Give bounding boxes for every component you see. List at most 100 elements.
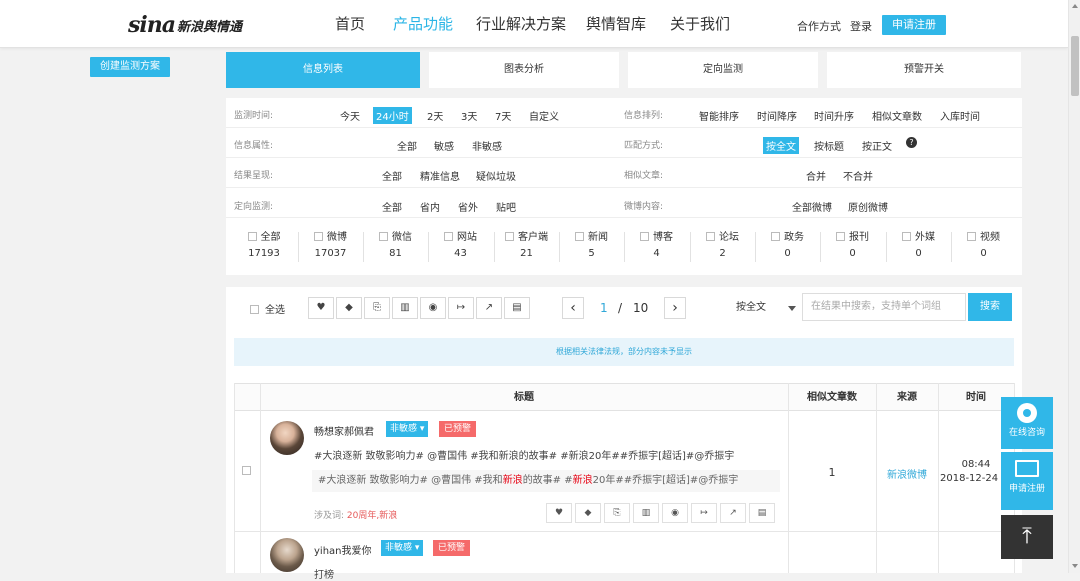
- author-name[interactable]: yihan我爱你: [314, 542, 372, 557]
- select-all-checkbox[interactable]: [250, 305, 259, 314]
- category-checkbox[interactable]: [836, 232, 845, 241]
- tag-icon[interactable]: ◆: [336, 297, 362, 319]
- time-opt-3d[interactable]: 3天: [461, 108, 477, 123]
- chart-icon[interactable]: ▤: [749, 503, 775, 523]
- next-page-button[interactable]: ›: [664, 297, 686, 319]
- category-checkbox[interactable]: [444, 232, 453, 241]
- match-opt-title[interactable]: 按标题: [814, 138, 844, 153]
- link-cooperation[interactable]: 合作方式: [797, 18, 841, 34]
- post-text[interactable]: 打榜: [314, 566, 334, 581]
- search-input[interactable]: 在结果中搜索，支持单个词组: [802, 293, 966, 321]
- category-0[interactable]: 全部 17193: [232, 232, 296, 262]
- sentiment-tag[interactable]: 非敏感 ▾: [381, 540, 424, 556]
- category-checkbox[interactable]: [379, 232, 388, 241]
- category-checkbox[interactable]: [771, 232, 780, 241]
- category-1[interactable]: 微博 17037: [298, 232, 362, 262]
- sort-opt-smart[interactable]: 智能排序: [699, 108, 739, 123]
- similar-opt-merge[interactable]: 合并: [806, 168, 826, 183]
- nav-think-tank[interactable]: 舆情智库: [586, 13, 646, 34]
- help-icon[interactable]: ?: [906, 137, 917, 148]
- chart-icon[interactable]: ▤: [504, 297, 530, 319]
- nav-about[interactable]: 关于我们: [670, 13, 730, 34]
- sort-opt-desc[interactable]: 时间降序: [757, 108, 797, 123]
- category-4[interactable]: 客户端 21: [494, 232, 558, 262]
- category-checkbox[interactable]: [314, 232, 323, 241]
- export-icon[interactable]: ↦: [448, 297, 474, 319]
- category-11[interactable]: 视频 0: [951, 232, 1015, 262]
- sort-opt-asc[interactable]: 时间升序: [814, 108, 854, 123]
- attr-opt-nonsensitive[interactable]: 非敏感: [472, 138, 502, 153]
- register-button[interactable]: 申请注册: [882, 15, 946, 35]
- create-plan-button[interactable]: 创建监测方案: [90, 57, 170, 77]
- delete-icon[interactable]: ▥: [392, 297, 418, 319]
- category-8[interactable]: 政务 0: [755, 232, 819, 262]
- copy-icon[interactable]: ⎘: [604, 503, 630, 523]
- similar-count[interactable]: 1: [788, 466, 876, 479]
- sentiment-tag[interactable]: 非敏感 ▾: [386, 421, 429, 437]
- weibo-opt-all[interactable]: 全部微博: [792, 199, 832, 214]
- category-checkbox[interactable]: [706, 232, 715, 241]
- category-3[interactable]: 网站 43: [428, 232, 492, 262]
- scroll-down-icon[interactable]: [1072, 564, 1078, 568]
- weibo-opt-original[interactable]: 原创微博: [848, 199, 888, 214]
- float-register-button[interactable]: 申请注册: [1001, 452, 1053, 510]
- category-6[interactable]: 博客 4: [624, 232, 688, 262]
- scroll-up-icon[interactable]: [1072, 4, 1078, 8]
- favorite-icon[interactable]: ♥: [546, 503, 572, 523]
- favorite-icon[interactable]: ♥: [308, 297, 334, 319]
- share-icon[interactable]: ↗: [476, 297, 502, 319]
- search-mode-select[interactable]: 按全文: [730, 297, 800, 319]
- author-name[interactable]: 畅想家郝佩君: [314, 423, 374, 438]
- sort-opt-similar[interactable]: 相似文章数: [872, 108, 922, 123]
- category-checkbox[interactable]: [967, 232, 976, 241]
- search-button[interactable]: 搜索: [968, 293, 1012, 321]
- nav-products[interactable]: 产品功能: [393, 13, 453, 34]
- category-7[interactable]: 论坛 2: [690, 232, 754, 262]
- scroll-thumb[interactable]: [1071, 36, 1079, 96]
- avatar[interactable]: [270, 538, 304, 572]
- time-opt-7d[interactable]: 7天: [495, 108, 511, 123]
- tag-icon[interactable]: ◆: [575, 503, 601, 523]
- prev-page-button[interactable]: ‹: [562, 297, 584, 319]
- target-opt-tieba[interactable]: 贴吧: [496, 199, 516, 214]
- export-icon[interactable]: ↦: [691, 503, 717, 523]
- post-text[interactable]: #大浪逐新 致敬影响力# @曹国伟 #我和新浪的故事# #新浪20年##乔振宇[…: [314, 447, 734, 462]
- category-checkbox[interactable]: [902, 232, 911, 241]
- back-to-top-button[interactable]: ⤒: [1001, 515, 1053, 559]
- match-opt-fulltext[interactable]: 按全文: [763, 137, 799, 154]
- source-link[interactable]: 新浪微博: [876, 466, 938, 481]
- select-all[interactable]: 全选: [250, 301, 285, 316]
- target-opt-inprov[interactable]: 省内: [420, 199, 440, 214]
- page-current[interactable]: 1: [600, 297, 608, 319]
- share-icon[interactable]: ↗: [720, 503, 746, 523]
- category-5[interactable]: 新闻 5: [559, 232, 623, 262]
- online-consult-button[interactable]: 在线咨询: [1001, 397, 1053, 449]
- logo[interactable]: sina 新浪舆情通: [128, 12, 242, 38]
- result-opt-spam[interactable]: 疑似垃圾: [476, 168, 516, 183]
- view-icon[interactable]: ◉: [420, 297, 446, 319]
- link-login[interactable]: 登录: [850, 18, 872, 34]
- delete-icon[interactable]: ▥: [633, 503, 659, 523]
- page-scrollbar[interactable]: [1068, 0, 1080, 573]
- time-opt-today[interactable]: 今天: [340, 108, 360, 123]
- category-10[interactable]: 外媒 0: [886, 232, 950, 262]
- category-checkbox[interactable]: [575, 232, 584, 241]
- nav-home[interactable]: 首页: [335, 13, 365, 34]
- category-checkbox[interactable]: [505, 232, 514, 241]
- nav-solutions[interactable]: 行业解决方案: [476, 13, 566, 34]
- tab-alert-switch[interactable]: 预警开关: [827, 52, 1021, 88]
- time-opt-2d[interactable]: 2天: [427, 108, 443, 123]
- copy-icon[interactable]: ⎘: [364, 297, 390, 319]
- result-opt-all[interactable]: 全部: [382, 168, 402, 183]
- sort-opt-ingest[interactable]: 入库时间: [940, 108, 980, 123]
- category-2[interactable]: 微信 81: [363, 232, 427, 262]
- attr-opt-sensitive[interactable]: 敏感: [434, 138, 454, 153]
- time-opt-custom[interactable]: 自定义: [529, 108, 559, 123]
- category-checkbox[interactable]: [247, 232, 257, 241]
- view-icon[interactable]: ◉: [662, 503, 688, 523]
- tab-info-list[interactable]: 信息列表: [226, 52, 420, 88]
- target-opt-outprov[interactable]: 省外: [458, 199, 478, 214]
- result-opt-precise[interactable]: 精准信息: [420, 168, 460, 183]
- target-opt-all[interactable]: 全部: [382, 199, 402, 214]
- avatar[interactable]: [270, 421, 304, 455]
